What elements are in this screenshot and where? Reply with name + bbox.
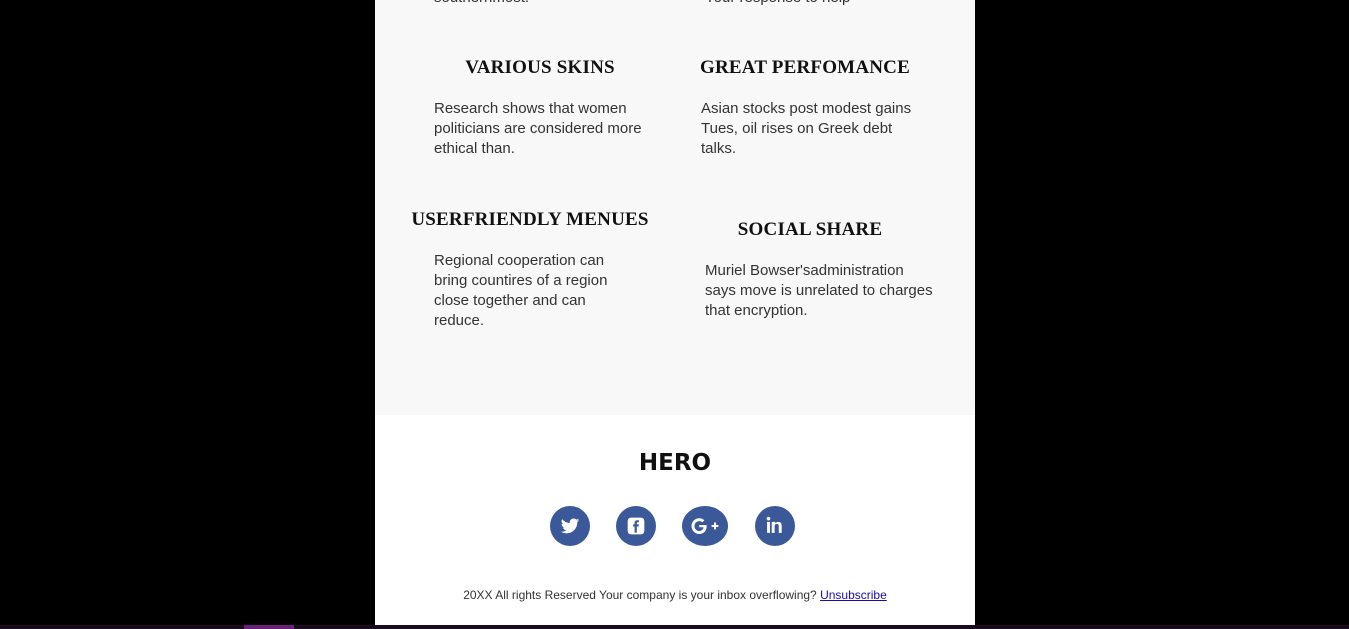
feature-title-great-performance: GREAT PERFOMANCE	[700, 57, 910, 78]
footer: 20XX All rights Reserved Your company is…	[375, 588, 975, 602]
feature-description-great-performance: Asian stocks post modest gains Tues, oil…	[701, 99, 941, 159]
taskbar-accent	[244, 625, 294, 629]
feature-description-various-skins: Research shows that women politicians ar…	[434, 99, 659, 159]
clipped-text-left: southernmost.	[434, 0, 529, 8]
feature-desc-line: ethical than.	[434, 140, 515, 157]
feature-desc-line: close together and can	[434, 292, 586, 309]
hero-title: HERO	[638, 450, 712, 476]
feature-desc-line: politicians are considered more	[434, 120, 642, 137]
feature-desc-line: reduce.	[434, 312, 485, 329]
feature-description-userfriendly-menues: Regional cooperation can bring countires…	[434, 251, 659, 331]
feature-desc-line: Research shows that women	[434, 100, 627, 117]
facebook-icon	[627, 517, 645, 535]
feature-desc-line: bring countires of a region	[434, 272, 608, 289]
features-section: southernmost. Your response to help VARI…	[375, 0, 975, 415]
facebook-button[interactable]	[616, 506, 656, 546]
feature-desc-line: Regional cooperation can	[434, 252, 605, 269]
feature-desc-line: says move is unrelated to charges	[705, 282, 933, 299]
feature-title-userfriendly-menues: USERFRIENDLY MENUES	[411, 209, 649, 230]
page: southernmost. Your response to help VARI…	[0, 0, 1349, 629]
feature-desc-line: Muriel Bowser'sadministration	[705, 262, 904, 279]
clipped-text-right: Your response to help	[705, 0, 850, 8]
feature-title-various-skins: VARIOUS SKINS	[465, 57, 615, 78]
feature-description-social-share: Muriel Bowser'sadministration says move …	[705, 261, 955, 321]
feature-desc-line: Tues, oil rises on Greek debt	[701, 120, 893, 137]
footer-text: 20XX All rights Reserved Your company is…	[463, 588, 817, 602]
google-plus-icon	[691, 518, 719, 534]
linkedin-button[interactable]	[755, 506, 795, 546]
email-container: southernmost. Your response to help VARI…	[375, 0, 975, 625]
linkedin-icon	[766, 516, 782, 533]
google-plus-button[interactable]	[682, 506, 728, 546]
feature-title-social-share: SOCIAL SHARE	[737, 219, 883, 240]
twitter-button[interactable]	[550, 506, 590, 546]
feature-desc-line: that encryption.	[705, 302, 808, 319]
feature-desc-line: talks.	[701, 140, 737, 157]
twitter-icon	[560, 518, 580, 534]
unsubscribe-link[interactable]: Unsubscribe	[820, 588, 887, 602]
taskbar-strip	[0, 625, 1349, 629]
feature-desc-line: Asian stocks post modest gains	[701, 100, 912, 117]
